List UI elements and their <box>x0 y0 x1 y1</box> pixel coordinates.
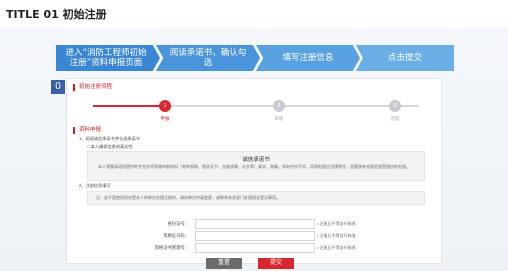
progress-node-3: 3 <box>389 100 401 112</box>
progress-node-2: 2 <box>273 100 285 112</box>
pledge-box: 诚信承诺书 本人郑重承诺所提供的专业技术资格申报材料（各种表格、相关证书、业绩成… <box>87 151 425 181</box>
progress-label-1: 申报 <box>160 116 170 121</box>
step-1: 进入“消防工程师初始注册”资料申报页面 <box>56 45 160 71</box>
pledge-title: 诚信承诺书 <box>242 157 270 163</box>
progress-node-1: 1 <box>159 100 171 112</box>
step-4-label: 点击提交 <box>387 53 422 63</box>
pledge-text: 本人郑重承诺所提供的专业技术资格申报材料（各种表格、相关证书、业绩成果、论文等）… <box>98 164 410 169</box>
cert-manage-row: 资格证书管理号： • 注册后不得自行修改 <box>67 243 441 253</box>
progress-label-3: 完成 <box>390 116 400 121</box>
cert-number-label: 资格证号码： <box>163 233 189 238</box>
cert-manage-input[interactable] <box>195 243 315 253</box>
step-3: 填写注册信息 <box>256 45 360 71</box>
step-2: 阅读承诺书，确认勾选 <box>156 45 260 71</box>
submit-button[interactable]: 提交 <box>258 258 294 269</box>
id-number-label: 身份证号： <box>167 221 189 226</box>
reset-button[interactable]: 重置 <box>206 258 242 269</box>
progress-tracker: 1 2 3 申报 审核 完成 <box>93 99 419 123</box>
progress-label-2: 审核 <box>274 116 284 121</box>
section-number-badge: 0 <box>51 80 65 94</box>
id-number-hint: • 注册后不得自行修改 <box>317 221 356 226</box>
cert-manage-hint: • 注册后不得自行修改 <box>317 245 356 250</box>
step-3-label: 填写注册信息 <box>282 53 334 63</box>
progress-line-pending <box>165 105 419 107</box>
cert-number-hint: • 注册后不得自行修改 <box>317 233 356 238</box>
step2-text: 2、注册信息填写 <box>79 183 111 188</box>
cert-number-row: 资格证号码： • 注册后不得自行修改 <box>67 231 441 241</box>
progress-line-done <box>93 105 165 107</box>
step-banner: 进入“消防工程师初始注册”资料申报页面 阅读承诺书，确认勾选 填写注册信息 点击… <box>56 45 454 71</box>
notice-box: 注：若不是使用现在是本人的单位办理注册的，请向单位申请变更，或联系有关部门处理相… <box>87 191 425 205</box>
registration-panel: 初始注册流程 1 2 3 申报 审核 完成 资料申报 1、阅读诚信承诺书并勾选承… <box>66 78 442 264</box>
cert-manage-label: 资格证书管理号： <box>154 245 189 250</box>
declare-section-title: 资料申报 <box>73 127 101 134</box>
agree-checkbox[interactable]: □ 本人确保信息的真实性 <box>87 144 133 150</box>
process-section-title: 初始注册流程 <box>73 84 112 91</box>
id-number-input[interactable] <box>195 219 315 229</box>
cert-number-input[interactable] <box>195 231 315 241</box>
id-number-row: 身份证号： • 注册后不得自行修改 <box>67 219 441 229</box>
step-2-label: 阅读承诺书，确认勾选 <box>169 48 247 68</box>
notice-text: 注：若不是使用现在是本人的单位办理注册的，请向单位申请变更，或联系有关部门处理相… <box>96 195 280 200</box>
page-title: TITLE 01 初始注册 <box>6 8 107 21</box>
step-1-label: 进入“消防工程师初始注册”资料申报页面 <box>65 48 147 68</box>
step-4: 点击提交 <box>356 45 454 71</box>
step1-text: 1、阅读诚信承诺书并勾选承诺书 <box>79 136 140 141</box>
